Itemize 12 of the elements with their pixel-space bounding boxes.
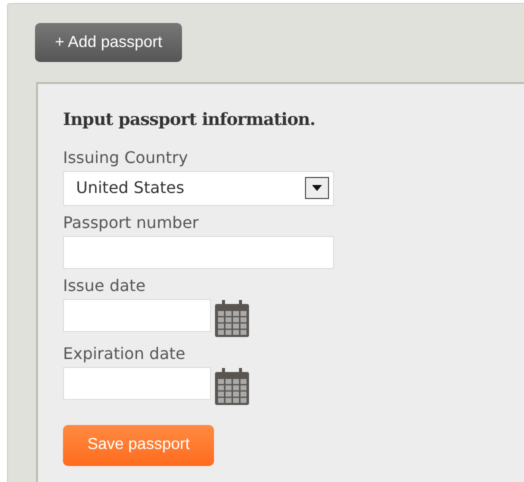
calendar-icon[interactable]: [215, 368, 249, 404]
field-label: Expiration date: [63, 342, 186, 364]
calendar-icon[interactable]: [215, 300, 249, 336]
field-label: Issuing Country: [63, 146, 189, 168]
field-label: Passport number: [63, 212, 200, 234]
date-field[interactable]: [63, 366, 211, 400]
country-select[interactable]: United States: [63, 170, 334, 206]
add-passport-button[interactable]: + Add passport: [35, 23, 182, 62]
date-field[interactable]: [63, 298, 211, 332]
form-heading: Input passport information.: [63, 109, 316, 132]
passport-number-field[interactable]: [63, 236, 334, 268]
field-label: Issue date: [63, 274, 147, 296]
